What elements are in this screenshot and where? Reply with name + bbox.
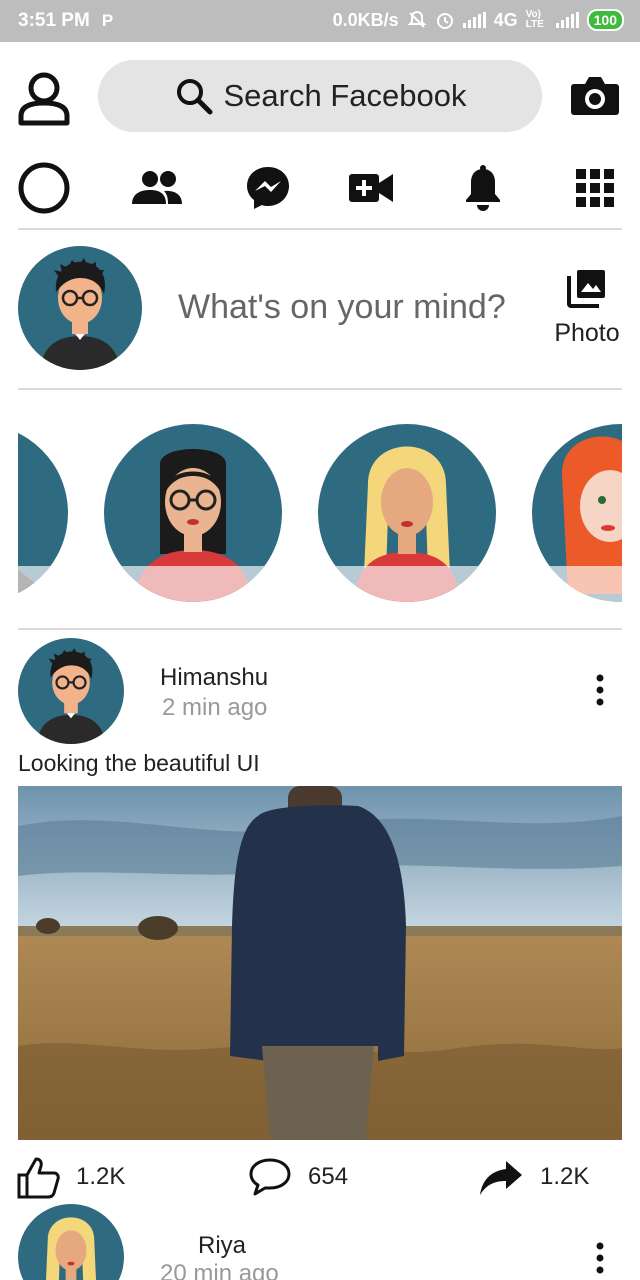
camera-icon[interactable]: [570, 74, 620, 116]
comment-icon: [249, 1158, 291, 1196]
post-text: Looking the beautiful UI: [18, 750, 260, 776]
share-count: 1.2K: [540, 1163, 590, 1190]
story-caption-band: [532, 566, 622, 602]
stories-row: [18, 424, 622, 604]
more-vertical-icon[interactable]: [592, 674, 608, 706]
post-image[interactable]: [18, 786, 622, 1140]
volte-label: Vo) LTE: [525, 9, 544, 30]
post-header: Himanshu 2 min ago: [0, 638, 640, 746]
male-avatar-illustration: [40, 258, 120, 370]
photo-label: Photo: [554, 319, 620, 347]
photo-library-icon: [567, 270, 605, 308]
signal-2-icon: [555, 12, 579, 28]
share-arrow-icon: [480, 1161, 522, 1195]
network-type: 4G: [493, 9, 518, 30]
tab-messenger[interactable]: [240, 160, 296, 216]
person-in-field-photo: [18, 786, 622, 1140]
profile-icon[interactable]: [18, 72, 70, 126]
search-icon: [176, 79, 212, 115]
post-actions: 1.2K 654 1.2K: [0, 1152, 640, 1202]
friends-icon: [132, 171, 182, 204]
tab-friends[interactable]: [128, 160, 186, 216]
post-time: 20 min ago: [160, 1260, 279, 1280]
video-icon: [349, 174, 393, 202]
tab-video[interactable]: [344, 160, 398, 216]
more-vertical-icon[interactable]: [592, 1242, 608, 1274]
nav-row: [0, 160, 640, 216]
divider: [18, 228, 622, 230]
like-button[interactable]: 1.2K: [16, 1152, 125, 1202]
tab-menu[interactable]: [572, 160, 618, 216]
story-item[interactable]: [532, 424, 622, 602]
avatar[interactable]: [18, 638, 124, 744]
divider: [18, 388, 622, 390]
alarm-icon: [436, 13, 453, 29]
comment-button[interactable]: 654: [248, 1152, 348, 1202]
status-bar: 3:51 PM P 0.0KB/s 4G Vo) LTE 100: [0, 0, 640, 42]
menu-grid-icon: [576, 169, 614, 207]
tab-notifications[interactable]: [456, 160, 510, 216]
signal-icon: [462, 12, 486, 28]
tab-home[interactable]: [16, 160, 72, 216]
search-placeholder: Search Facebook: [223, 78, 467, 113]
post-author[interactable]: Riya: [198, 1232, 246, 1260]
composer-prompt[interactable]: What's on your mind?: [178, 288, 506, 327]
photo-button[interactable]: Photo: [548, 268, 626, 348]
post-composer: What's on your mind? Photo: [0, 246, 640, 374]
comment-count: 654: [308, 1163, 349, 1190]
network-speed: 0.0KB/s: [332, 9, 399, 30]
story-caption-band: [318, 566, 496, 602]
story-item[interactable]: [18, 424, 68, 602]
home-circle-icon: [18, 162, 70, 214]
story-item[interactable]: [104, 424, 282, 602]
like-count: 1.2K: [76, 1163, 126, 1190]
bell-icon: [466, 165, 500, 211]
post-time: 2 min ago: [162, 694, 268, 721]
battery-indicator: 100: [586, 9, 624, 31]
post-header: Riya 20 min ago: [0, 1204, 640, 1280]
avatar[interactable]: [18, 246, 142, 370]
story-caption-band: [104, 566, 282, 602]
divider: [18, 628, 622, 630]
post-author[interactable]: Himanshu: [160, 664, 268, 692]
top-bar: Search Facebook: [0, 58, 640, 134]
avatar[interactable]: [18, 1204, 124, 1280]
share-button[interactable]: 1.2K: [478, 1152, 589, 1202]
search-bar[interactable]: Search Facebook: [98, 60, 542, 132]
story-item[interactable]: [318, 424, 496, 602]
notification-p-icon: P: [101, 11, 114, 30]
story-caption-band: [18, 566, 68, 602]
thumbs-up-icon: [17, 1157, 60, 1199]
status-time: 3:51 PM: [18, 10, 90, 31]
messenger-icon: [247, 167, 289, 209]
female-blonde-avatar-illustration: [45, 1217, 97, 1280]
mute-bell-icon: [407, 10, 427, 28]
male-avatar-illustration: [36, 648, 106, 744]
